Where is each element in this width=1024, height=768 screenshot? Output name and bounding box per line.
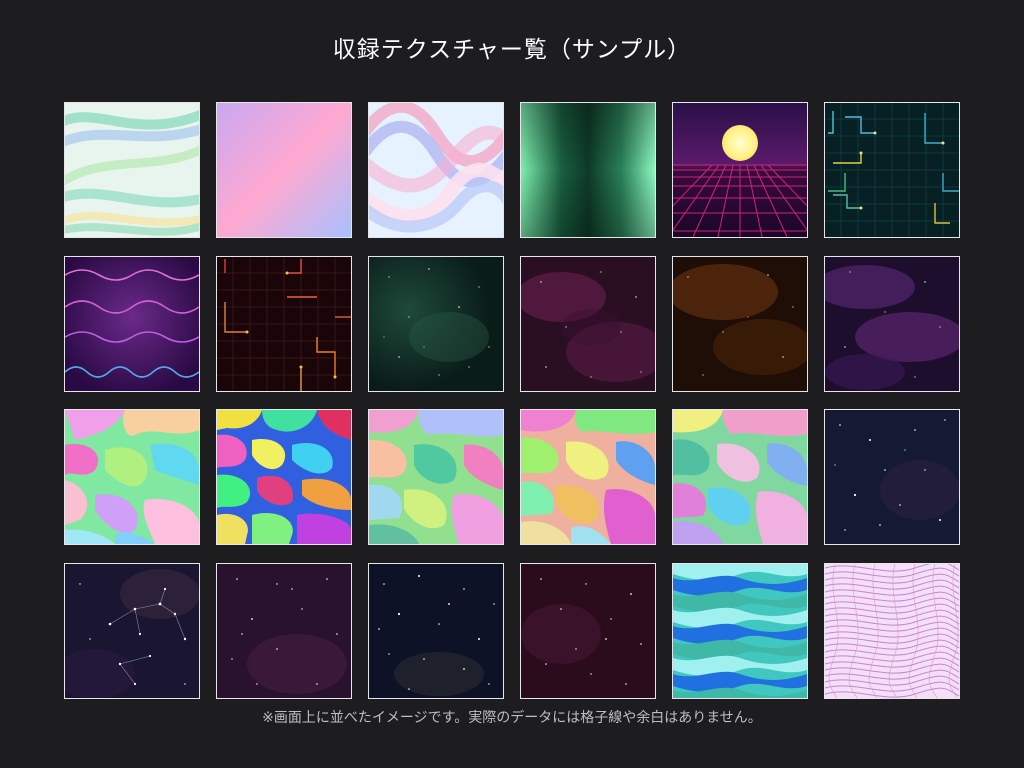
texture-tile-nebula-purple [824,256,960,392]
texture-tile-starfield-deep [368,563,504,699]
texture-tile-nebula-green [368,256,504,392]
texture-tile-marble-3 [368,409,504,545]
page-title: 収録テクスチャー覧（サンプル） [332,37,692,63]
texture-synthwave-sun-image [673,103,807,237]
texture-tile-wavy-lines-pink [824,563,960,699]
texture-marble-3-image [369,410,503,544]
texture-marble-2-image [217,410,351,544]
texture-constellation-image [65,564,199,698]
texture-tile-circuit-red [216,256,352,392]
texture-tile-stripes-aqua [672,563,808,699]
texture-grid [64,102,961,700]
texture-tile-ribbons [368,102,504,238]
texture-tile-nebula-magenta [520,256,656,392]
texture-nebula-green-image [369,257,503,391]
texture-circuit-teal-image [825,103,959,237]
texture-starfield-wine-image [521,564,655,698]
texture-sample-page: 収録テクスチャー覧（サンプル） ※画面上に並べたイメージです。実際のデータには格… [0,0,1024,768]
texture-tile-synthwave-sun [672,102,808,238]
texture-starfield-deep-image [369,564,503,698]
texture-tile-nebula-brown [672,256,808,392]
texture-ribbons-image [369,103,503,237]
texture-tile-starfield-wine [520,563,656,699]
texture-marble-4-image [521,410,655,544]
texture-sine-lines-image [65,257,199,391]
texture-tile-starfield-navy [824,409,960,545]
texture-starfield-navy-image [825,410,959,544]
texture-nebula-brown-image [673,257,807,391]
texture-nebula-magenta-image [521,257,655,391]
texture-tile-gradient-pastel [216,102,352,238]
texture-green-glow-image [521,103,655,237]
texture-tile-marble-1 [64,409,200,545]
texture-starfield-plum-image [217,564,351,698]
texture-tile-marble-5 [672,409,808,545]
texture-marble-1-image [65,410,199,544]
footnote: ※画面上に並べたイメージです。実際のデータには格子線や余白はありません。 [262,710,762,726]
texture-tile-waves-pastel [64,102,200,238]
texture-circuit-red-image [217,257,351,391]
texture-tile-marble-4 [520,409,656,545]
texture-stripes-aqua-image [673,564,807,698]
texture-tile-marble-2 [216,409,352,545]
texture-tile-constellation [64,563,200,699]
texture-marble-5-image [673,410,807,544]
texture-tile-sine-lines [64,256,200,392]
texture-tile-green-glow [520,102,656,238]
texture-wavy-lines-pink-image [825,564,959,698]
texture-tile-starfield-plum [216,563,352,699]
texture-tile-circuit-teal [824,102,960,238]
texture-gradient-pastel-image [217,103,351,237]
texture-waves-pastel-image [65,103,199,237]
texture-nebula-purple-image [825,257,959,391]
